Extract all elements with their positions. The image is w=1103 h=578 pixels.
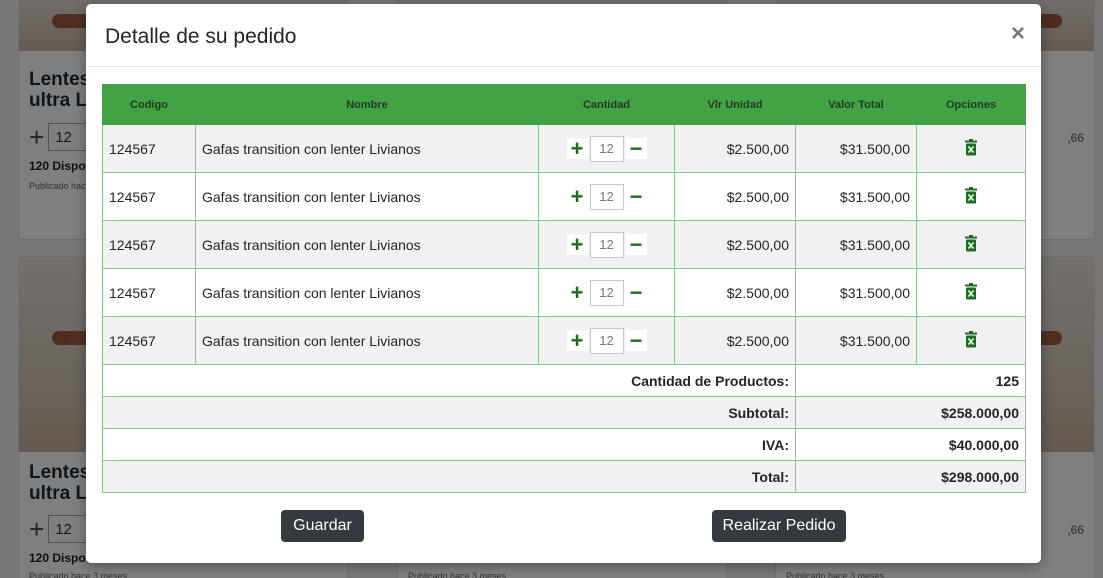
summary-iva-row: IVA: $40.000,00 (102, 428, 1026, 461)
decrease-quantity-button[interactable]: − (625, 327, 647, 353)
trash-icon[interactable] (964, 234, 978, 255)
column-header-nombre: Nombre (195, 84, 539, 125)
order-table: Codigo Nombre Cantidad Vlr Unidad Valor … (102, 84, 1026, 493)
increase-quantity-button[interactable]: + (566, 135, 588, 161)
minus-icon: − (629, 327, 643, 353)
table-header-row: Codigo Nombre Cantidad Vlr Unidad Valor … (102, 84, 1026, 125)
increase-quantity-button[interactable]: + (566, 327, 588, 353)
decrease-quantity-button[interactable]: − (625, 279, 647, 305)
item-code: 124567 (102, 316, 196, 365)
item-options-cell (916, 172, 1026, 221)
table-row: 124567 Gafas transition con lenter Livian… (102, 316, 1026, 365)
increase-quantity-button[interactable]: + (566, 279, 588, 305)
item-quantity-cell: +12− (538, 316, 675, 365)
column-header-vlr-unidad: Vlr Unidad (674, 84, 796, 125)
item-options-cell (916, 316, 1026, 365)
decrease-quantity-button[interactable]: − (625, 231, 647, 257)
modal-title: Detalle de su pedido (105, 25, 297, 48)
increase-quantity-button[interactable]: + (566, 183, 588, 209)
trash-icon[interactable] (964, 138, 978, 159)
item-quantity-cell: +12− (538, 124, 675, 173)
item-name: Gafas transition con lenter Livianos (195, 124, 539, 173)
item-code: 124567 (102, 172, 196, 221)
plus-icon: + (570, 135, 584, 161)
item-options-cell (916, 124, 1026, 173)
item-code: 124567 (102, 124, 196, 173)
item-code: 124567 (102, 268, 196, 317)
iva-label: IVA: (102, 428, 796, 461)
item-name: Gafas transition con lenter Livianos (195, 172, 539, 221)
quantity-stepper: +12− (566, 327, 647, 354)
decrease-quantity-button[interactable]: − (625, 183, 647, 209)
table-row: 124567 Gafas transition con lenter Livian… (102, 124, 1026, 173)
summary-subtotal-row: Subtotal: $258.000,00 (102, 396, 1026, 429)
column-header-codigo: Codigo (102, 84, 196, 125)
item-quantity-cell: +12− (538, 268, 675, 317)
plus-icon: + (570, 231, 584, 257)
item-total-price: $31.500,00 (795, 172, 917, 221)
item-quantity-cell: +12− (538, 220, 675, 269)
item-total-price: $31.500,00 (795, 268, 917, 317)
item-quantity-cell: +12− (538, 172, 675, 221)
item-name: Gafas transition con lenter Livianos (195, 220, 539, 269)
total-value: $298.000,00 (795, 460, 1026, 493)
item-unit-price: $2.500,00 (674, 124, 796, 173)
quantity-input[interactable]: 12 (589, 279, 624, 306)
close-icon[interactable]: × (1011, 22, 1025, 46)
total-label: Total: (102, 460, 796, 493)
increase-quantity-button[interactable]: + (566, 231, 588, 257)
quantity-input[interactable]: 12 (589, 135, 624, 162)
trash-icon[interactable] (964, 282, 978, 303)
minus-icon: − (629, 183, 643, 209)
item-name: Gafas transition con lenter Livianos (195, 268, 539, 317)
products-count-label: Cantidad de Productos: (102, 364, 796, 397)
item-options-cell (916, 220, 1026, 269)
item-unit-price: $2.500,00 (674, 220, 796, 269)
place-order-button[interactable]: Realizar Pedido (712, 510, 846, 542)
column-header-valor-total: Valor Total (795, 84, 917, 125)
minus-icon: − (629, 135, 643, 161)
item-unit-price: $2.500,00 (674, 172, 796, 221)
plus-icon: + (570, 279, 584, 305)
quantity-input[interactable]: 12 (589, 231, 624, 258)
item-options-cell (916, 268, 1026, 317)
order-detail-modal: Detalle de su pedido × Codigo Nombre Can… (86, 4, 1041, 563)
quantity-stepper: +12− (566, 135, 647, 162)
quantity-input[interactable]: 12 (589, 327, 624, 354)
modal-header: Detalle de su pedido × (86, 4, 1041, 67)
table-row: 124567 Gafas transition con lenter Livian… (102, 172, 1026, 221)
decrease-quantity-button[interactable]: − (625, 135, 647, 161)
item-total-price: $31.500,00 (795, 316, 917, 365)
quantity-stepper: +12− (566, 183, 647, 210)
trash-icon[interactable] (964, 186, 978, 207)
table-row: 124567 Gafas transition con lenter Livian… (102, 220, 1026, 269)
item-unit-price: $2.500,00 (674, 316, 796, 365)
quantity-stepper: +12− (566, 279, 647, 306)
column-header-opciones: Opciones (916, 84, 1026, 125)
plus-icon: + (570, 183, 584, 209)
item-unit-price: $2.500,00 (674, 268, 796, 317)
item-name: Gafas transition con lenter Livianos (195, 316, 539, 365)
column-header-cantidad: Cantidad (538, 84, 675, 125)
subtotal-label: Subtotal: (102, 396, 796, 429)
minus-icon: − (629, 279, 643, 305)
summary-total-row: Total: $298.000,00 (102, 460, 1026, 493)
save-button[interactable]: Guardar (281, 510, 364, 542)
minus-icon: − (629, 231, 643, 257)
iva-value: $40.000,00 (795, 428, 1026, 461)
quantity-input[interactable]: 12 (589, 183, 624, 210)
quantity-stepper: +12− (566, 231, 647, 258)
products-count-value: 125 (795, 364, 1026, 397)
item-code: 124567 (102, 220, 196, 269)
summary-products-row: Cantidad de Productos: 125 (102, 364, 1026, 397)
item-total-price: $31.500,00 (795, 220, 917, 269)
trash-icon[interactable] (964, 330, 978, 351)
item-total-price: $31.500,00 (795, 124, 917, 173)
table-row: 124567 Gafas transition con lenter Livian… (102, 268, 1026, 317)
plus-icon: + (570, 327, 584, 353)
subtotal-value: $258.000,00 (795, 396, 1026, 429)
